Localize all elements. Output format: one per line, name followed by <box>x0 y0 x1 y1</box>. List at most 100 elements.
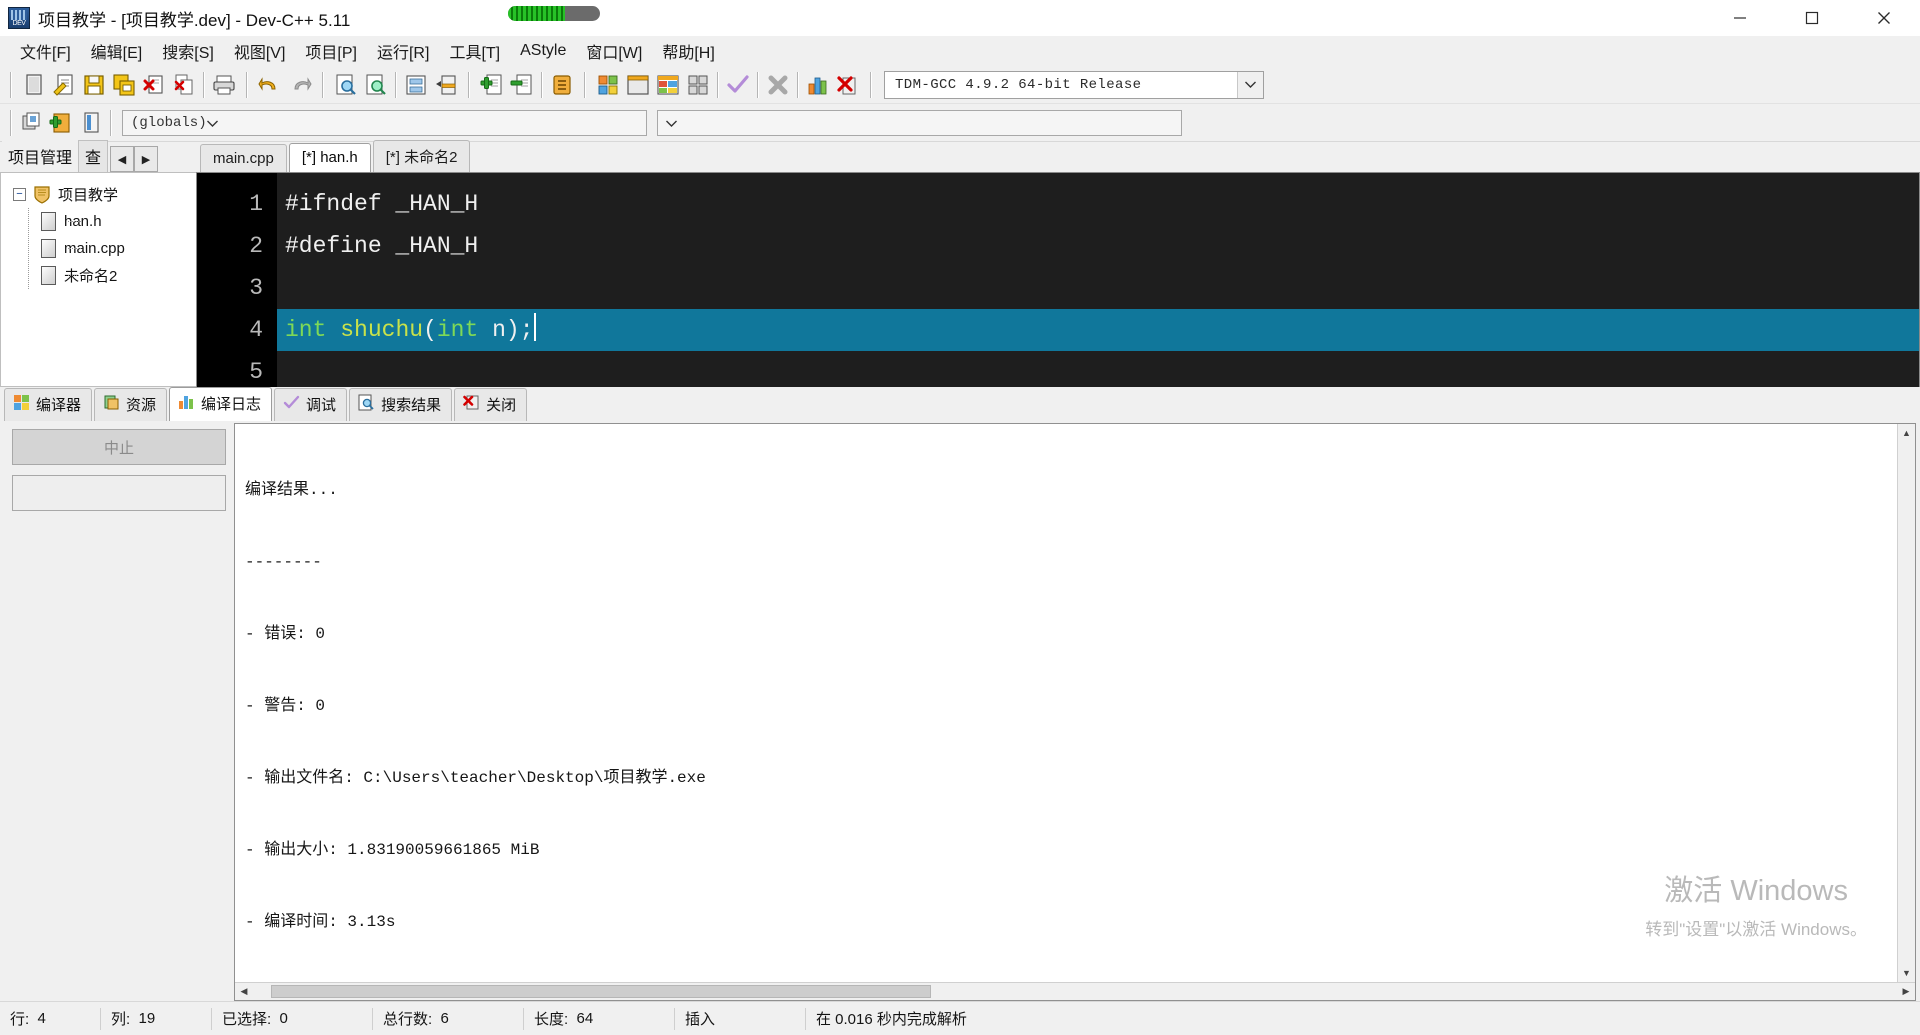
app-icon <box>8 7 30 29</box>
toggle-icon[interactable] <box>46 108 76 138</box>
chevron-down-icon[interactable] <box>1237 71 1263 98</box>
code-line[interactable]: #define _HAN_H <box>277 225 1919 267</box>
code-editor[interactable]: 1 2 3 4 5 6 #ifndef _HAN_H #define _HAN_… <box>196 172 1920 387</box>
rebuild-all-icon[interactable] <box>683 70 713 100</box>
member-combo[interactable] <box>657 109 1182 136</box>
project-tree[interactable]: − 项目教学 han.h main.cpp 未命名2 <box>0 172 196 387</box>
status-length-value: 64 <box>576 1010 594 1027</box>
undo-icon[interactable] <box>255 70 285 100</box>
profile-icon[interactable] <box>803 70 833 100</box>
delete-profile-icon[interactable] <box>833 70 863 100</box>
code-line-selected[interactable]: int shuchu(int n); <box>277 309 1919 351</box>
toolbar-group-undo <box>252 69 318 101</box>
toggle-bookmark-icon[interactable] <box>431 70 461 100</box>
new-file-icon[interactable] <box>19 70 49 100</box>
code-token: int <box>436 317 479 343</box>
chevron-down-icon[interactable] <box>206 114 218 132</box>
maximize-button[interactable] <box>1776 0 1848 36</box>
tab-nav-prev-icon[interactable]: ◀ <box>110 146 135 172</box>
toolbar-separator <box>10 71 12 98</box>
tree-root-node[interactable]: − 项目教学 <box>1 181 196 208</box>
close-button[interactable] <box>1848 0 1920 36</box>
toolbar-separator <box>797 71 799 98</box>
compiler-set-combo[interactable]: TDM-GCC 4.9.2 64-bit Release <box>884 70 1264 99</box>
abort-button[interactable]: 中止 <box>12 429 226 465</box>
find-icon[interactable] <box>331 70 361 100</box>
left-panel-tab-nav: ◀ ▶ <box>110 146 159 172</box>
scroll-down-icon[interactable]: ▼ <box>1898 964 1915 982</box>
chevron-down-icon[interactable] <box>666 114 677 132</box>
tab-nav-next-icon[interactable]: ▶ <box>134 146 159 172</box>
editor-tab-main-cpp[interactable]: main.cpp <box>200 144 287 172</box>
bottom-panel-tabs: 编译器 资源 编译日志 调试 搜索结果 关闭 <box>0 387 1920 421</box>
menu-run[interactable]: 运行[R] <box>367 36 439 66</box>
scroll-left-icon[interactable]: ◀ <box>235 986 253 997</box>
run-icon[interactable] <box>623 70 653 100</box>
add-file-icon[interactable] <box>477 70 507 100</box>
toolbar-separator <box>717 71 719 98</box>
toolbar-group-file <box>16 69 242 101</box>
menu-project[interactable]: 项目[P] <box>295 36 367 66</box>
toolbar-group-build <box>590 69 866 101</box>
editor-tab-untitled2[interactable]: [*] 未命名2 <box>372 140 471 172</box>
editor-tabs: main.cpp [*] han.h [*] 未命名2 <box>196 140 1920 172</box>
close-file-icon[interactable] <box>139 70 169 100</box>
left-panel: 项目管理 查 ◀ ▶ − 项目教学 han.h main.cpp 未命名2 <box>0 140 196 387</box>
file-icon <box>41 212 56 231</box>
stop-execution-icon[interactable] <box>763 70 793 100</box>
scroll-right-icon[interactable]: ▶ <box>1897 986 1915 997</box>
bottom-panel-actions: 中止 <box>4 423 234 1001</box>
close-all-icon[interactable] <box>169 70 199 100</box>
remove-file-icon[interactable] <box>507 70 537 100</box>
code-token: #ifndef _HAN_H <box>285 191 479 217</box>
scroll-up-icon[interactable]: ▲ <box>1898 424 1915 442</box>
tab-close[interactable]: 关闭 <box>454 388 528 421</box>
tab-search-results[interactable]: 搜索结果 <box>349 388 453 421</box>
compile-icon[interactable] <box>593 70 623 100</box>
compile-run-icon[interactable] <box>653 70 683 100</box>
save-all-icon[interactable] <box>109 70 139 100</box>
menu-window[interactable]: 窗口[W] <box>576 36 652 66</box>
tab-browse[interactable]: 查 <box>78 140 109 172</box>
goto-line-icon[interactable] <box>401 70 431 100</box>
project-options-icon[interactable] <box>547 70 577 100</box>
tab-debug[interactable]: 调试 <box>274 388 348 421</box>
menu-tools[interactable]: 工具[T] <box>439 36 510 66</box>
log-vertical-scrollbar[interactable]: ▲ ▼ <box>1897 424 1915 982</box>
goto-function-icon[interactable] <box>76 108 106 138</box>
print-icon[interactable] <box>209 70 239 100</box>
log-horizontal-scrollbar[interactable]: ◀ ▶ <box>235 982 1915 1000</box>
menu-edit[interactable]: 编辑[E] <box>81 36 153 66</box>
tree-item-main-cpp[interactable]: main.cpp <box>41 235 196 262</box>
open-file-icon[interactable] <box>49 70 79 100</box>
menu-astyle[interactable]: AStyle <box>510 39 576 63</box>
expander-icon[interactable]: − <box>13 188 26 201</box>
line-number-gutter: 1 2 3 4 5 6 <box>197 173 277 387</box>
insert-icon[interactable] <box>16 108 46 138</box>
status-row-label: 行: <box>10 1011 30 1028</box>
tree-item-untitled2[interactable]: 未命名2 <box>41 262 196 289</box>
compile-log-box[interactable]: 编译结果... -------- - 错误: 0 - 警告: 0 - 输出文件名… <box>234 423 1916 1001</box>
code-line[interactable]: #ifndef _HAN_H <box>277 183 1919 225</box>
tab-compile-log[interactable]: 编译日志 <box>169 387 273 421</box>
menu-help[interactable]: 帮助[H] <box>652 36 724 66</box>
code-line[interactable] <box>277 351 1919 387</box>
menu-view[interactable]: 视图[V] <box>224 36 296 66</box>
tab-compiler[interactable]: 编译器 <box>4 388 93 421</box>
scope-combo[interactable]: (globals) <box>122 109 647 136</box>
find-next-icon[interactable] <box>361 70 391 100</box>
secondary-button[interactable] <box>12 475 226 511</box>
code-text[interactable]: #ifndef _HAN_H #define _HAN_H int shuchu… <box>277 173 1919 387</box>
editor-tab-han-h[interactable]: [*] han.h <box>288 143 371 172</box>
menu-file[interactable]: 文件[F] <box>10 36 81 66</box>
tree-item-han-h[interactable]: han.h <box>41 208 196 235</box>
code-line[interactable] <box>277 267 1919 309</box>
tab-project-manager[interactable]: 项目管理 <box>2 141 79 172</box>
redo-icon[interactable] <box>285 70 315 100</box>
tab-resource[interactable]: 资源 <box>94 388 168 421</box>
save-file-icon[interactable] <box>79 70 109 100</box>
syntax-check-icon[interactable] <box>723 70 753 100</box>
scrollbar-thumb[interactable] <box>271 985 931 998</box>
menu-search[interactable]: 搜索[S] <box>152 36 224 66</box>
minimize-button[interactable] <box>1704 0 1776 36</box>
